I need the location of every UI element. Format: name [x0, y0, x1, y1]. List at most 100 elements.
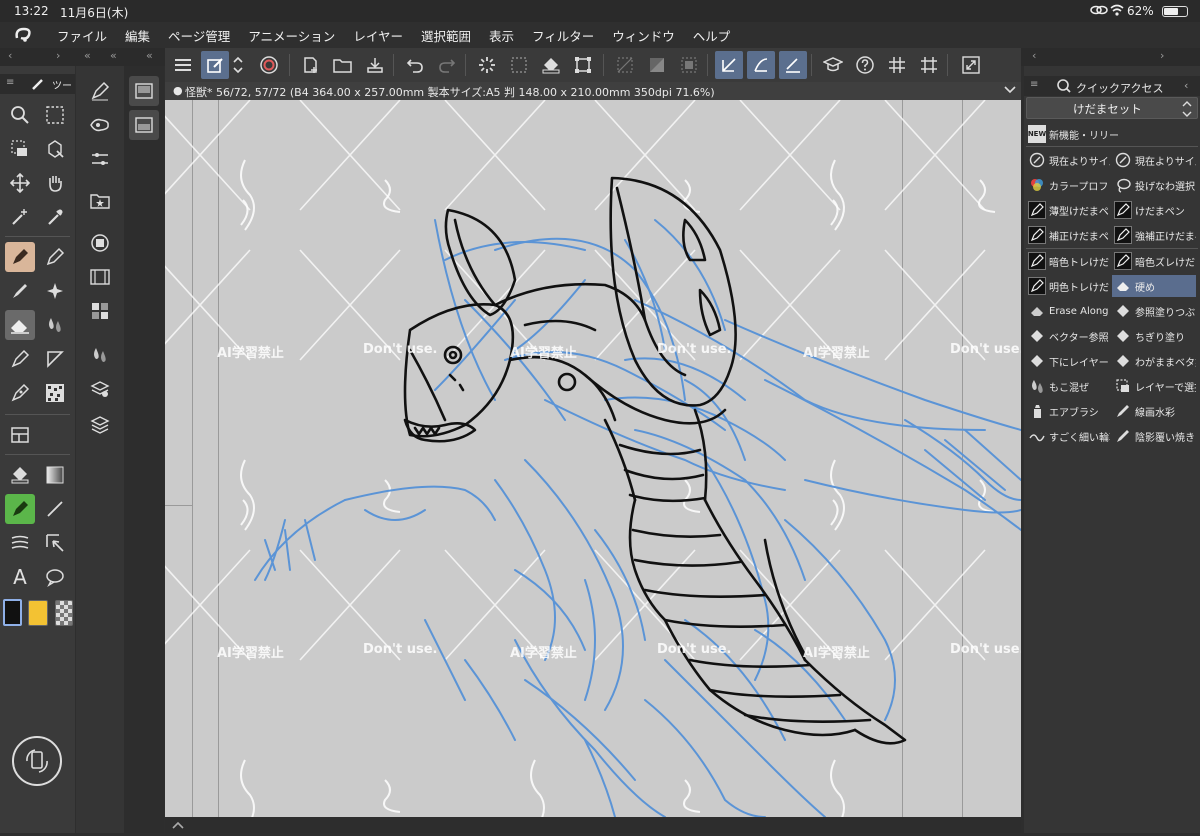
qa-item-lasso[interactable]: 投げなわ選択 — [1112, 174, 1196, 196]
loading-spinner-icon[interactable] — [473, 51, 501, 79]
text-tool-icon[interactable]: A — [5, 562, 35, 592]
invert-selection-icon[interactable] — [643, 51, 671, 79]
document-tab[interactable]: ● 怪獣* 56/72, 57/72 (B4 364.00 x 257.00mm… — [165, 82, 1021, 100]
ruler-triangle-icon[interactable] — [40, 344, 70, 374]
qa-item-new-features[interactable]: NEW 新機能・リリー — [1026, 123, 1196, 145]
fill-bucket-icon[interactable] — [5, 460, 35, 490]
companion-mode-icon[interactable] — [255, 51, 283, 79]
expand-right-icon[interactable]: › — [56, 49, 60, 62]
tone-pattern-icon[interactable] — [40, 378, 70, 408]
fill-icon[interactable] — [537, 51, 565, 79]
qa-item-very-thin-outline[interactable]: すごく細い輪郭 — [1026, 425, 1110, 447]
chevron-up-icon[interactable] — [171, 817, 185, 836]
fountain-pen-icon[interactable] — [5, 344, 35, 374]
collapse-left-icon-3[interactable]: « — [110, 49, 117, 62]
zoom-icon[interactable] — [5, 100, 35, 130]
transform-icon[interactable] — [569, 51, 597, 79]
dock-panel-icon-2[interactable] — [129, 110, 159, 140]
figure-pen-icon[interactable] — [5, 494, 35, 524]
transparent-color-swatch[interactable] — [55, 600, 73, 626]
dock-panel-icon[interactable] — [129, 76, 159, 106]
rect-select-icon[interactable] — [40, 100, 70, 130]
navigator-icon[interactable] — [85, 228, 115, 258]
hand-icon[interactable] — [40, 168, 70, 198]
qa-item-layer-below[interactable]: 下にレイヤー — [1026, 350, 1110, 372]
main-color-swatch[interactable] — [3, 599, 22, 626]
menu-edit[interactable]: 編集 — [116, 26, 159, 45]
balloon-icon[interactable] — [40, 562, 70, 592]
object-select-icon[interactable] — [40, 134, 70, 164]
menu-view[interactable]: 表示 — [480, 26, 523, 45]
qa-item-selfish-fill[interactable]: わがままベタ塗 — [1112, 350, 1196, 372]
learn-hat-icon[interactable] — [819, 51, 847, 79]
qa-item-dark-offset[interactable]: 暗色ズレけだま — [1112, 250, 1196, 272]
ruler-snap-icon[interactable] — [715, 51, 743, 79]
move-icon[interactable] — [5, 168, 35, 198]
qa-item-erase-along-edge[interactable]: Erase Along Ed — [1026, 300, 1110, 322]
qa-item-size-down[interactable]: 現在よりサイズ — [1112, 149, 1196, 171]
menu-file[interactable]: ファイル — [48, 26, 116, 45]
eraser-icon[interactable] — [5, 310, 35, 340]
pen-tool-icon[interactable] — [5, 242, 35, 272]
eyedropper-icon[interactable] — [40, 202, 70, 232]
frame-border-icon[interactable] — [5, 420, 35, 450]
brush-icon[interactable] — [5, 276, 35, 306]
qa-item-moko-blend[interactable]: もこ混ぜ — [1026, 375, 1110, 397]
deselect-icon[interactable] — [611, 51, 639, 79]
qa-item-size-up[interactable]: 現在よりサイズ — [1026, 149, 1110, 171]
app-logo-icon[interactable] — [0, 26, 48, 44]
qa-item-airbrush[interactable]: エアブラシ — [1026, 400, 1110, 422]
qa-item-select-by-layer[interactable]: レイヤーで選択 — [1112, 375, 1196, 397]
quick-access-set-select[interactable]: けだまセット — [1026, 97, 1198, 119]
selection-border-icon[interactable] — [675, 51, 703, 79]
collapse-left-icon-4[interactable]: « — [146, 49, 153, 62]
new-file-icon[interactable] — [297, 51, 325, 79]
tool-panel-tab[interactable]: ≡ ツー — [0, 74, 75, 94]
magic-wand-icon[interactable] — [5, 202, 35, 232]
frame-cut-icon[interactable] — [5, 528, 35, 558]
clear-layer-icon[interactable] — [505, 51, 533, 79]
sparkle-icon[interactable] — [40, 276, 70, 306]
crop-grid-icon[interactable] — [915, 51, 943, 79]
quick-access-tab[interactable]: ≡ クイックアクセス ‹ — [1024, 76, 1200, 96]
sub-tool-settings-icon[interactable] — [85, 110, 115, 140]
redo-icon[interactable] — [433, 51, 461, 79]
panel-menu-icon[interactable]: ≡ — [6, 77, 14, 88]
ruler-pen-icon[interactable] — [40, 528, 70, 558]
qa-item-light-trace[interactable]: 明色トレけだま — [1026, 275, 1110, 297]
qa-item-color-profile[interactable]: カラープロファ — [1026, 174, 1110, 196]
menu-window[interactable]: ウィンドウ — [603, 26, 684, 45]
updown-chevron-icon[interactable] — [229, 51, 247, 79]
sliders-icon[interactable] — [85, 144, 115, 174]
menu-selection[interactable]: 選択範囲 — [412, 26, 480, 45]
material-folder-icon[interactable] — [85, 186, 115, 216]
pencil-icon[interactable] — [40, 242, 70, 272]
line-icon[interactable] — [40, 494, 70, 524]
edit-mode-icon[interactable] — [201, 51, 229, 79]
select-layer-icon[interactable] — [5, 134, 35, 164]
drawing-canvas[interactable]: AI学習禁止 Don't use. AI学習禁止 Don't use. AI学習… — [165, 100, 1021, 817]
qa-item-reference-fill[interactable]: 参照塗りつぶし — [1112, 300, 1196, 322]
collapse-left-icon[interactable]: ‹ — [8, 49, 12, 62]
help-icon[interactable] — [851, 51, 879, 79]
sub-color-swatch[interactable] — [28, 600, 48, 626]
grid-snap-icon[interactable] — [779, 51, 807, 79]
open-folder-icon[interactable] — [329, 51, 357, 79]
qa-item-shadow-dodge[interactable]: 陰影覆い焼きク — [1112, 425, 1196, 447]
qa-item-vector-reference[interactable]: ベクター参照 — [1026, 325, 1110, 347]
gradient-icon[interactable] — [40, 460, 70, 490]
blend-icon[interactable] — [40, 310, 70, 340]
approx-color-icon[interactable] — [85, 340, 115, 370]
expand-right-icon-2[interactable]: › — [1160, 49, 1164, 62]
swap-device-icon[interactable] — [12, 736, 62, 786]
chevron-down-icon[interactable] — [1003, 82, 1017, 101]
undo-icon[interactable] — [401, 51, 429, 79]
timeline-icon[interactable] — [85, 262, 115, 292]
grid-icon[interactable] — [883, 51, 911, 79]
special-ruler-snap-icon[interactable] — [747, 51, 775, 79]
qa-item-thin-pen[interactable]: 薄型けだまペン — [1026, 199, 1110, 221]
qa-item-kedama-pen[interactable]: けだまペン — [1112, 199, 1196, 221]
collapse-right-icon[interactable]: ‹ — [1032, 49, 1036, 62]
fullscreen-icon[interactable] — [957, 51, 985, 79]
qa-item-hard-eraser[interactable]: 硬め — [1112, 275, 1196, 297]
